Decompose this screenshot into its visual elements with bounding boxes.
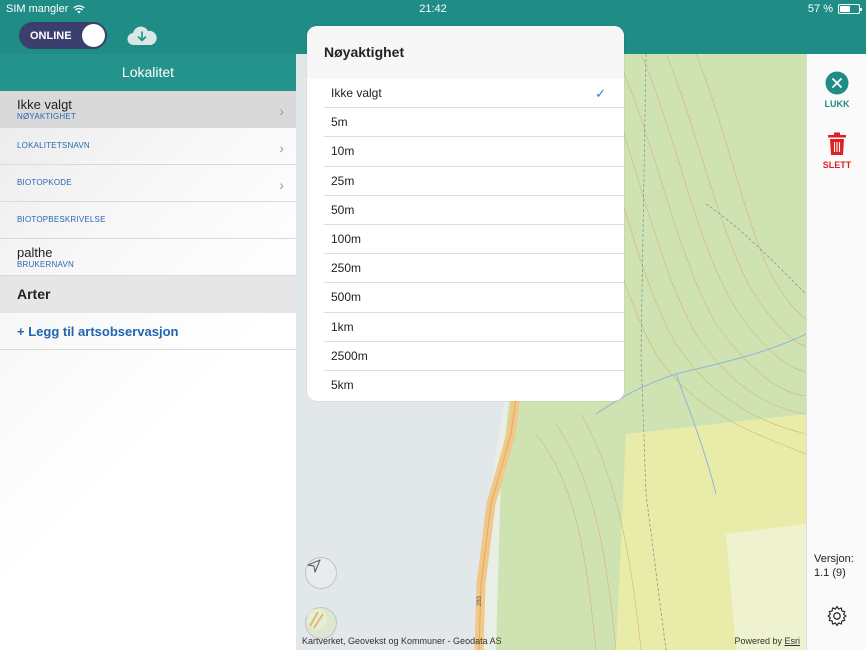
sidebar-title: Lokalitet	[0, 54, 296, 91]
cloud-download-icon[interactable]	[125, 23, 159, 49]
section-arter: Arter	[0, 276, 296, 313]
row-label: BIOTOPKODE	[17, 178, 72, 187]
option-item[interactable]: 5m	[324, 108, 624, 138]
online-toggle[interactable]: ONLINE	[19, 22, 107, 49]
option-list: Ikke valgt ✓ 5m 10m 25m 50m 100m 250m 500…	[307, 79, 624, 400]
battery-text: 57 %	[807, 3, 833, 15]
locate-button[interactable]	[305, 557, 337, 589]
map-attribution: Kartverket, Geovekst og Kommuner - Geoda…	[302, 636, 502, 646]
option-label: 5m	[331, 115, 348, 130]
row-lokalitetsnavn[interactable]: LOKALITETSNAVN ›	[0, 128, 296, 165]
row-label: BIOTOPBESKRIVELSE	[17, 215, 106, 224]
option-item[interactable]: 50m	[324, 196, 624, 225]
option-label: 50m	[331, 202, 355, 217]
close-button[interactable]: LUKK	[807, 71, 866, 109]
option-item[interactable]: 5km	[324, 371, 624, 400]
row-value: palthe	[17, 245, 53, 260]
option-item[interactable]: 25m	[324, 167, 624, 196]
option-label: 500m	[331, 290, 362, 305]
row-value: Ikke valgt	[17, 97, 72, 112]
row-label: BRUKERNAVN	[17, 260, 74, 269]
battery-icon	[838, 4, 862, 14]
popover-title: Nøyaktighet	[307, 26, 624, 79]
online-toggle-label: ONLINE	[30, 29, 72, 42]
option-label: 10m	[331, 144, 355, 159]
checkmark-icon: ✓	[595, 86, 606, 101]
road-label: 283	[477, 595, 483, 606]
option-label: 5km	[331, 377, 354, 392]
option-item[interactable]: 250m	[324, 254, 624, 284]
option-label: 100m	[331, 231, 362, 246]
option-label: 25m	[331, 173, 355, 188]
close-label: LUKK	[824, 99, 850, 109]
option-label: 2500m	[331, 348, 368, 363]
option-label: 250m	[331, 261, 362, 276]
basemap-icon	[307, 609, 327, 629]
row-label: NØYAKTIGHET	[17, 112, 76, 121]
version-label: Versjon:	[814, 553, 854, 565]
option-label: 1km	[331, 319, 354, 334]
right-rail: LUKK SLETT Versjon: 1.1 (9)	[806, 54, 866, 650]
row-brukernavn[interactable]: palthe BRUKERNAVN	[0, 239, 296, 276]
option-item[interactable]: 2500m	[324, 342, 624, 371]
option-label: Ikke valgt	[331, 86, 382, 100]
row-noyaktighet[interactable]: Ikke valgt NØYAKTIGHET ›	[0, 91, 296, 128]
powered-by-text: Powered by	[734, 636, 782, 646]
add-observation-button[interactable]: + Legg til artsobservasjon	[0, 313, 296, 350]
location-arrow-icon	[307, 559, 321, 573]
option-item[interactable]: 100m	[324, 225, 624, 255]
clock: 21:42	[419, 3, 447, 15]
accuracy-popover: Nøyaktighet Ikke valgt ✓ 5m 10m 25m 50m 1…	[307, 26, 624, 401]
row-biotopkode[interactable]: BIOTOPKODE ›	[0, 165, 296, 202]
row-biotopbeskrivelse[interactable]: BIOTOPBESKRIVELSE	[0, 202, 296, 239]
toggle-knob	[82, 24, 105, 47]
option-item[interactable]: 1km	[324, 313, 624, 342]
basemap-button[interactable]	[305, 607, 337, 639]
close-icon	[825, 71, 849, 95]
status-bar: SIM mangler 21:42 57 %	[0, 0, 866, 18]
version-info: Versjon: 1.1 (9)	[814, 552, 854, 580]
gear-icon[interactable]	[826, 605, 848, 627]
trash-icon	[828, 132, 846, 155]
sidebar: Lokalitet Ikke valgt NØYAKTIGHET › LOKAL…	[0, 54, 296, 650]
option-item[interactable]: 500m	[324, 283, 624, 313]
chevron-right-icon: ›	[279, 103, 284, 119]
option-item[interactable]: 10m	[324, 137, 624, 167]
row-label: LOKALITETSNAVN	[17, 141, 90, 150]
esri-link[interactable]: Esri	[785, 636, 801, 646]
powered-by: Powered by Esri	[734, 636, 800, 646]
version-value: 1.1 (9)	[814, 567, 846, 579]
delete-button[interactable]: SLETT	[807, 132, 866, 170]
option-item[interactable]: Ikke valgt ✓	[324, 79, 624, 109]
delete-label: SLETT	[822, 160, 852, 170]
chevron-right-icon: ›	[279, 177, 284, 193]
chevron-right-icon: ›	[279, 140, 284, 156]
